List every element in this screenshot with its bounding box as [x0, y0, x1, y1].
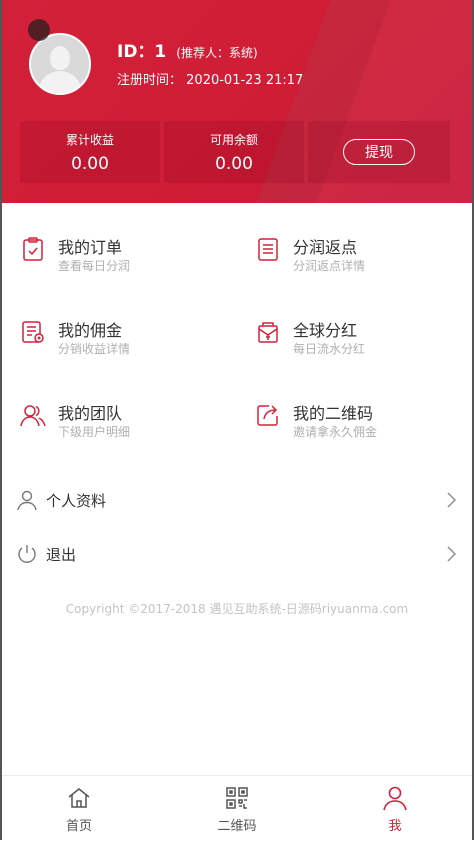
stats-bar: 累计收益 0.00 可用余额 0.00 提现 — [20, 121, 454, 183]
register-time: 注册时间： 2020-01-23 21:17 — [117, 69, 303, 88]
menu-title: 分润返点 — [293, 238, 358, 257]
home-icon — [68, 788, 90, 808]
menu-subtitle: 分润返点详情 — [293, 259, 366, 273]
tab-label: 我 — [388, 819, 402, 834]
user-icon — [17, 490, 37, 511]
avatar[interactable] — [28, 19, 91, 95]
menu-title: 我的订单 — [58, 238, 123, 257]
stat-available-balance: 可用余额 0.00 — [164, 121, 304, 183]
menu-subtitle: 邀请拿永久佣金 — [293, 425, 378, 439]
row-label: 个人资料 — [46, 492, 107, 510]
list-document-icon — [258, 238, 278, 261]
tab-home[interactable]: 首页 — [0, 776, 158, 841]
user-icon — [383, 786, 407, 811]
menu-subtitle: 查看每日分润 — [58, 259, 131, 273]
row-logout[interactable]: 退出 — [0, 530, 474, 580]
tab-label: 首页 — [65, 819, 92, 834]
commission-document-icon — [22, 321, 44, 343]
chevron-right-icon — [447, 492, 457, 508]
row-label: 退出 — [46, 546, 77, 564]
stat-label: 累计收益 — [65, 133, 114, 147]
stat-value: 0.00 — [71, 154, 109, 174]
menu-title: 全球分红 — [293, 321, 358, 340]
copyright: Copyright ©2017-2018 遇见互助系统-日源码riyuanma.… — [65, 602, 409, 616]
menu-global-dividend[interactable]: 全球分红 每日流水分红 — [255, 317, 455, 367]
referrer-label: (推荐人：系统) — [176, 46, 258, 60]
menu-title: 我的二维码 — [293, 404, 374, 423]
menu-profit-rebate[interactable]: 分润返点 分润返点详情 — [255, 234, 455, 284]
menu-subtitle: 下级用户明细 — [58, 425, 131, 439]
register-time-value: 2020-01-23 21:17 — [186, 73, 304, 88]
withdraw-cell: 提现 — [308, 121, 450, 183]
tab-label: 二维码 — [217, 819, 257, 834]
qrcode-icon — [226, 787, 248, 809]
user-id: ID：1 (推荐人：系统) — [117, 37, 258, 62]
clipboard-check-icon — [23, 237, 43, 261]
row-profile[interactable]: 个人资料 — [0, 476, 474, 526]
register-time-label: 注册时间： — [117, 73, 183, 88]
bottom-tab-bar: 首页 二维码 我 — [0, 775, 474, 841]
profile-header: ID：1 (推荐人：系统) 注册时间： 2020-01-23 21:17 累计收益… — [0, 0, 474, 203]
menu-my-team[interactable]: 我的团队 下级用户明细 — [20, 400, 220, 450]
stat-total-earnings: 累计收益 0.00 — [20, 121, 160, 183]
user-id-label: ID：1 — [117, 42, 167, 62]
power-icon — [18, 545, 36, 563]
red-envelope-icon — [258, 322, 278, 343]
stat-label: 可用余额 — [209, 133, 258, 147]
menu-my-orders[interactable]: 我的订单 查看每日分润 — [20, 234, 220, 284]
menu-subtitle: 分销收益详情 — [58, 342, 131, 356]
share-icon — [257, 405, 278, 426]
menu-subtitle: 每日流水分红 — [293, 342, 366, 356]
menu-my-qrcode[interactable]: 我的二维码 邀请拿永久佣金 — [255, 400, 455, 450]
withdraw-button[interactable]: 提现 — [343, 139, 415, 165]
menu-title: 我的佣金 — [58, 321, 123, 340]
stat-value: 0.00 — [215, 154, 253, 174]
menu-title: 我的团队 — [58, 404, 123, 423]
tab-qrcode[interactable]: 二维码 — [158, 776, 316, 841]
team-users-icon — [20, 405, 46, 427]
menu-my-commission[interactable]: 我的佣金 分销收益详情 — [20, 317, 220, 367]
chevron-right-icon — [447, 546, 457, 562]
tab-me[interactable]: 我 — [316, 776, 474, 841]
